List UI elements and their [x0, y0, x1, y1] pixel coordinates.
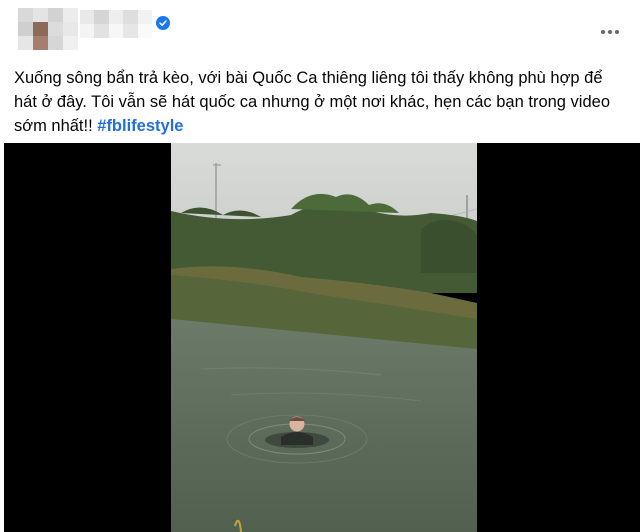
more-options-button[interactable]: [596, 22, 624, 42]
author-avatar-pixelated[interactable]: [18, 8, 78, 50]
video-player[interactable]: [4, 143, 640, 532]
verified-check-icon: [156, 16, 170, 30]
video-frame-image: [171, 143, 477, 532]
facebook-post: Xuống sông bẩn trả kèo, với bài Quốc Ca …: [0, 0, 640, 532]
post-caption: Xuống sông bẩn trả kèo, với bài Quốc Ca …: [14, 66, 626, 138]
more-horizontal-icon: [601, 30, 605, 34]
video-frame: [171, 143, 477, 532]
post-header: [0, 0, 640, 52]
hashtag-link[interactable]: #fblifestyle: [97, 117, 183, 135]
author-name-pixelated[interactable]: [80, 10, 152, 38]
